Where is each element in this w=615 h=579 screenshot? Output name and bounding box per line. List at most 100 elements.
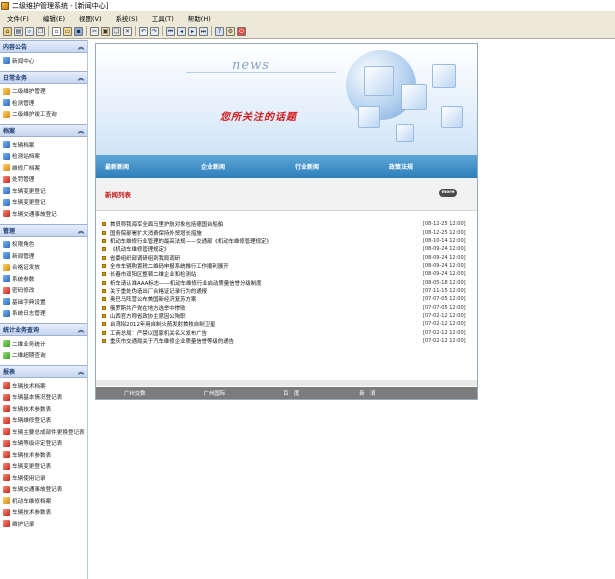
news-item[interactable]: 省委组织部调研组到我局调研 [08-09-24 12:00] <box>102 253 471 262</box>
news-item[interactable]: 台湾拟2012年用自制火箭发射首枚自制卫星 [07-02-12 12:00] <box>102 320 471 328</box>
sidebar-item[interactable]: 车辆变更登记 <box>0 185 87 197</box>
news-item-title[interactable]: 全市车辆购置税二维码申报系统推行工作顺利展开 <box>110 262 423 270</box>
news-item-title[interactable]: 俄罗斯共产党在地方选举中惨败 <box>110 304 423 312</box>
sidebar-item[interactable]: 车辆使用记录 <box>0 472 87 484</box>
sidebar-item[interactable]: 二维超期查询 <box>0 350 87 362</box>
sidebar-item[interactable]: 新闻中心 <box>0 55 87 67</box>
print-icon[interactable]: ▤ <box>14 26 23 36</box>
nav-company-news[interactable]: 企业新闻 <box>201 162 225 171</box>
sidebar-item[interactable]: 合格证发放 <box>0 262 87 274</box>
sidebar-item[interactable]: 检测站档案 <box>0 151 87 163</box>
sidebar-item[interactable]: 车辆技术参数表 <box>0 403 87 415</box>
news-item[interactable]: 国务院部署扩大消费保持外贸增长措施 [08-12-25 12:00] <box>102 228 471 237</box>
nav-policy[interactable]: 政策法规 <box>389 162 413 171</box>
more-button[interactable]: more <box>439 189 457 197</box>
sidebar-section-header[interactable]: 日常业务 ︽ <box>0 70 87 84</box>
sidebar-item[interactable]: 检测管理 <box>0 97 87 109</box>
sidebar-item[interactable]: 密码修改 <box>0 285 87 297</box>
sidebar-item[interactable]: 车辆交通事故登记表 <box>0 484 87 496</box>
sidebar-item[interactable]: 车辆等级评定登记表 <box>0 438 87 450</box>
news-item-title[interactable]: 国务院部署扩大消费保持外贸增长措施 <box>110 229 423 237</box>
collapse-chevron-icon[interactable]: ︽ <box>78 325 84 334</box>
collapse-chevron-icon[interactable]: ︽ <box>78 226 84 235</box>
sidebar-item[interactable]: 系统参数 <box>0 273 87 285</box>
sidebar-item[interactable]: 车辆主要总成部件更换登记表 <box>0 426 87 438</box>
last-record-icon[interactable]: ⏭ <box>199 26 208 36</box>
news-item[interactable]: 奥巴马阵营公布美国新经济复苏方案 [07-07-05 12:00] <box>102 295 471 303</box>
news-item[interactable]: 俄罗斯共产党在地方选举中惨败 [07-07-05 12:00] <box>102 303 471 312</box>
new-icon[interactable]: ▫ <box>52 26 61 36</box>
sidebar-item[interactable]: 车辆变更登记 <box>0 197 87 209</box>
news-item-title[interactable]: 机动车维修行业管理的最高法规——交通部《机动车维修管理规定》 <box>110 237 423 245</box>
news-item[interactable]: 关于重处伪造出厂合格证记录行为的通报 [07-11-15 12:00] <box>102 287 471 295</box>
news-item-title[interactable]: 首员称我海军全面马里护航对象包括德国台船舶 <box>110 220 423 228</box>
collapse-chevron-icon[interactable]: ︽ <box>78 126 84 135</box>
sidebar-item[interactable]: 车辆技术参数表 <box>0 507 87 519</box>
open-icon[interactable]: ▭ <box>63 26 72 36</box>
nav-industry-news[interactable]: 行业新闻 <box>295 162 319 171</box>
search-icon[interactable]: ⌕ <box>25 26 34 36</box>
news-item[interactable]: 重庆市交通局关于汽车维修企业质量信誉等级的通告 [07-02-12 12:00] <box>102 337 471 345</box>
footer-link[interactable]: 广州国际 <box>204 389 226 397</box>
exit-icon[interactable]: ⏻ <box>237 26 246 36</box>
sidebar-section-header[interactable]: 档案 ︽ <box>0 124 87 137</box>
news-item-title[interactable]: 工商总局：严禁以国家机关名义发布广告 <box>110 329 423 337</box>
news-item-title[interactable]: 台湾拟2012年用自制火箭发射首枚自制卫星 <box>110 320 423 328</box>
sidebar-item[interactable]: 处罚管理 <box>0 174 87 186</box>
sidebar-item[interactable]: 新闻管理 <box>0 250 87 262</box>
delete-icon[interactable]: ✕ <box>123 26 132 36</box>
sidebar-item[interactable]: 二级维护管理 <box>0 86 87 98</box>
sidebar-item[interactable]: 维护记录 <box>0 518 87 530</box>
sidebar-item[interactable]: 车辆技术参数表 <box>0 449 87 461</box>
sidebar-item[interactable]: 基础字典设置 <box>0 296 87 308</box>
sidebar-item[interactable]: 机动车维修档案 <box>0 495 87 507</box>
redo-icon[interactable]: ↷ <box>150 26 159 36</box>
sidebar-section-header[interactable]: 管理 ︽ <box>0 223 87 237</box>
sidebar-item[interactable]: 车辆维修登记表 <box>0 415 87 427</box>
sidebar-item[interactable]: 车辆档案 <box>0 139 87 151</box>
collapse-chevron-icon[interactable]: ︽ <box>78 73 84 82</box>
sidebar-section-header[interactable]: 报表 ︽ <box>0 365 87 378</box>
news-item[interactable]: 首员称我海军全面马里护航对象包括德国台船舶 [08-12-25 12:00] <box>102 220 471 228</box>
nav-latest-news[interactable]: 最新新闻 <box>105 162 129 171</box>
news-item[interactable]: 长春市双阳区整顿二维企业和检测站 [08-09-24 12:00] <box>102 270 471 278</box>
sidebar-item[interactable]: 维修厂档案 <box>0 162 87 174</box>
cut-icon[interactable]: ✂ <box>90 26 99 36</box>
news-item-title[interactable]: 奥巴马阵营公布美国新经济复苏方案 <box>110 295 423 303</box>
news-item[interactable]: 山西官方称省政协主席因公殉职 [07-02-12 12:00] <box>102 312 471 320</box>
sidebar-item[interactable]: 车辆技术档案 <box>0 380 87 392</box>
help-icon[interactable]: ? <box>215 26 224 36</box>
sidebar-item[interactable]: 权限角色 <box>0 239 87 251</box>
save-icon[interactable]: ▪ <box>74 26 83 36</box>
news-item-title[interactable]: 析车请认准AAA标志——机动车维修行业启动质量信誉分级制度 <box>110 279 423 287</box>
footer-link[interactable]: 百 度 <box>283 389 299 397</box>
prev-record-icon[interactable]: ◂ <box>177 26 186 36</box>
menu-file[interactable]: 文件(F) <box>0 13 36 23</box>
next-record-icon[interactable]: ▸ <box>188 26 197 36</box>
copy-icon[interactable]: ❐ <box>36 26 45 36</box>
menu-help[interactable]: 帮助(H) <box>181 13 218 23</box>
tool-icon[interactable]: ⚙ <box>226 26 235 36</box>
collapse-chevron-icon[interactable]: ︽ <box>78 367 84 376</box>
sidebar-section-header[interactable]: 内容公告 ︽ <box>0 40 87 53</box>
sidebar-section-header[interactable]: 统计业务查询 ︽ <box>0 323 87 336</box>
news-item[interactable]: 工商总局：严禁以国家机关名义发布广告 [07-02-12 12:00] <box>102 328 471 337</box>
news-item-title[interactable]: 长春市双阳区整顿二维企业和检测站 <box>110 270 423 278</box>
news-item[interactable]: 析车请认准AAA标志——机动车维修行业启动质量信誉分级制度 [08-05-18 1… <box>102 278 471 287</box>
footer-link[interactable]: 新 浪 <box>359 389 375 397</box>
news-item[interactable]: 机动车维修行业管理的最高法规——交通部《机动车维修管理规定》 [08-10-14 … <box>102 237 471 245</box>
collapse-chevron-icon[interactable]: ︽ <box>78 42 84 51</box>
news-item-title[interactable]: 重庆市交通局关于汽车维修企业质量信誉等级的通告 <box>110 337 423 345</box>
paste-icon[interactable]: ▣ <box>101 26 110 36</box>
news-item[interactable]: 《机动车维修管理规定》 [08-09-24 12:00] <box>102 245 471 253</box>
news-item-title[interactable]: 《机动车维修管理规定》 <box>110 245 423 253</box>
sidebar-item[interactable]: 二级维护竣工查询 <box>0 109 87 121</box>
menu-system[interactable]: 系统(S) <box>109 13 145 23</box>
news-item[interactable]: 全市车辆购置税二维码申报系统推行工作顺利展开 [08-09-24 12:00] <box>102 262 471 270</box>
sidebar-item[interactable]: 二维业务统计 <box>0 338 87 350</box>
sidebar-item[interactable]: 车辆基本情况登记表 <box>0 392 87 404</box>
first-record-icon[interactable]: ⏮ <box>166 26 175 36</box>
news-item-title[interactable]: 关于重处伪造出厂合格证记录行为的通报 <box>110 287 423 295</box>
sidebar-item[interactable]: 系统日志管理 <box>0 308 87 320</box>
menu-tools[interactable]: 工具(T) <box>145 13 181 23</box>
